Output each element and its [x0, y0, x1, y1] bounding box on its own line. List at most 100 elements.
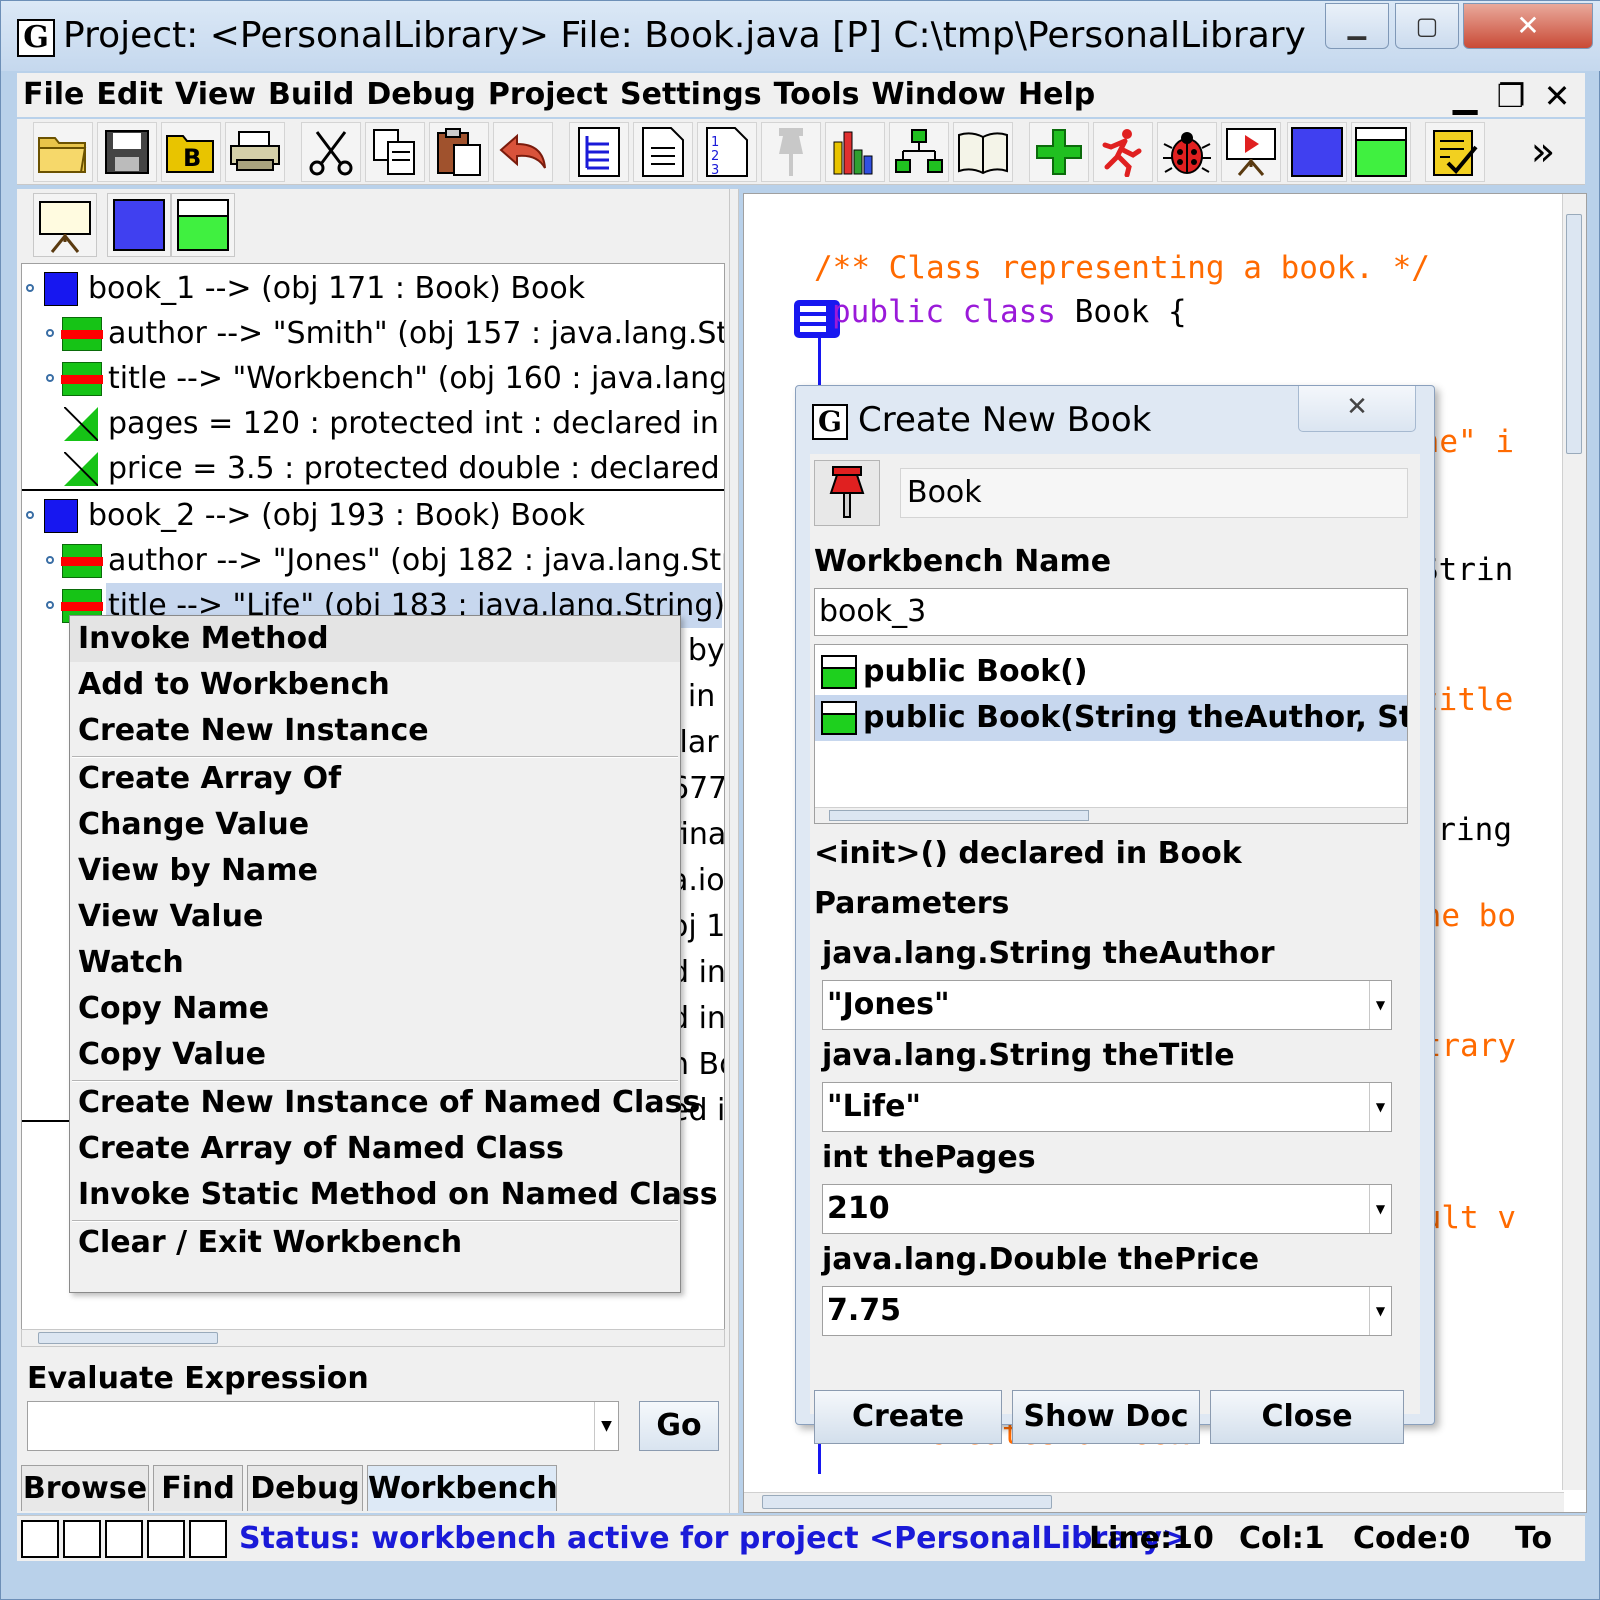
- numbered-list-button[interactable]: 123: [697, 122, 757, 182]
- tree-row-object[interactable]: book_1 --> (obj 171 : Book) Book: [22, 266, 722, 311]
- constructor-list[interactable]: public Book() public Book(String theAuth…: [814, 644, 1408, 824]
- chevron-down-icon[interactable]: ▼: [1369, 1083, 1391, 1131]
- menu-file[interactable]: File: [17, 73, 90, 117]
- add-button[interactable]: [1029, 122, 1089, 182]
- green-square-button[interactable]: [1351, 122, 1411, 182]
- editor-vertical-scrollbar[interactable]: [1562, 194, 1586, 1490]
- debug-button[interactable]: [1157, 122, 1217, 182]
- dialog-close-button[interactable]: ✕: [1298, 386, 1416, 432]
- undo-button[interactable]: [493, 122, 553, 182]
- menu-item-create-array-named-class[interactable]: Create Array of Named Class: [70, 1126, 680, 1172]
- tree-expander-icon[interactable]: [26, 511, 34, 519]
- document-close-button[interactable]: ✕: [1537, 77, 1577, 115]
- scrollbar-thumb[interactable]: [38, 1332, 218, 1344]
- print-button[interactable]: [225, 122, 285, 182]
- editor-horizontal-scrollbar[interactable]: [744, 1492, 1564, 1512]
- menu-debug[interactable]: Debug: [360, 73, 482, 117]
- menu-item-invoke-method[interactable]: Invoke Method: [70, 616, 680, 662]
- menu-item-add-to-workbench[interactable]: Add to Workbench: [70, 662, 680, 708]
- tab-browse[interactable]: Browse: [21, 1465, 149, 1511]
- chart-button[interactable]: [825, 122, 885, 182]
- menu-help[interactable]: Help: [1012, 73, 1101, 117]
- create-button[interactable]: Create: [814, 1390, 1002, 1444]
- workbench-presentation-button[interactable]: [33, 193, 97, 257]
- build-button[interactable]: B: [161, 122, 221, 182]
- paste-button[interactable]: [429, 122, 489, 182]
- panel-splitter[interactable]: [729, 189, 739, 1513]
- scrollbar-thumb[interactable]: [1566, 214, 1582, 454]
- constructor-list-scrollbar[interactable]: [815, 807, 1407, 823]
- columns-layout-icon[interactable]: [105, 1520, 143, 1558]
- menu-item-create-new-instance-named-class[interactable]: Create New Instance of Named Class: [70, 1080, 700, 1126]
- menu-window[interactable]: Window: [865, 73, 1012, 117]
- copy-button[interactable]: [365, 122, 425, 182]
- chevron-down-icon[interactable]: ▼: [1369, 1185, 1391, 1233]
- grid-layout-icon[interactable]: [63, 1520, 101, 1558]
- menu-build[interactable]: Build: [262, 73, 360, 117]
- menu-settings[interactable]: Settings: [614, 73, 768, 117]
- presentation-button[interactable]: [1221, 122, 1281, 182]
- menu-item-copy-name[interactable]: Copy Name: [70, 986, 680, 1032]
- param-input-author[interactable]: "Jones" ▼: [822, 980, 1392, 1030]
- tree-row-primitive[interactable]: price = 3.5 : protected double : declare…: [22, 446, 724, 491]
- go-button[interactable]: Go: [639, 1401, 719, 1451]
- tree-row-field[interactable]: author --> "Smith" (obj 157 : java.lang.…: [22, 311, 724, 356]
- tree-expander-icon[interactable]: [46, 556, 54, 564]
- toolbar-overflow-button[interactable]: »: [1513, 122, 1573, 182]
- chevron-down-icon[interactable]: ▼: [1369, 981, 1391, 1029]
- document-layout-icon[interactable]: [147, 1520, 185, 1558]
- param-input-price[interactable]: 7.75 ▼: [822, 1286, 1392, 1336]
- pin-button[interactable]: [761, 122, 821, 182]
- menu-item-watch[interactable]: Watch: [70, 940, 680, 986]
- document-restore-button[interactable]: ❐: [1491, 77, 1531, 115]
- tree-horizontal-scrollbar[interactable]: [21, 1329, 725, 1347]
- tree-expander-icon[interactable]: [46, 329, 54, 337]
- tree-expander-icon[interactable]: [26, 284, 34, 292]
- menu-item-create-new-instance[interactable]: Create New Instance: [70, 708, 680, 754]
- workbench-class-button[interactable]: [171, 193, 235, 257]
- menu-tools[interactable]: Tools: [768, 73, 866, 117]
- minimize-button[interactable]: ▁: [1325, 3, 1389, 49]
- menu-item-copy-value[interactable]: Copy Value: [70, 1032, 680, 1078]
- book-button[interactable]: [953, 122, 1013, 182]
- param-input-title[interactable]: "Life" ▼: [822, 1082, 1392, 1132]
- chevron-down-icon[interactable]: ▼: [594, 1402, 618, 1450]
- menu-view[interactable]: View: [169, 73, 262, 117]
- checklist-button[interactable]: [1425, 122, 1485, 182]
- tab-workbench[interactable]: Workbench: [367, 1465, 558, 1511]
- tab-debug[interactable]: Debug: [247, 1465, 363, 1511]
- hierarchy-button[interactable]: [889, 122, 949, 182]
- workbench-object-button[interactable]: [107, 193, 171, 257]
- maximize-button[interactable]: ▢: [1395, 3, 1459, 49]
- cut-button[interactable]: [301, 122, 361, 182]
- layout-icon[interactable]: [21, 1520, 59, 1558]
- menu-edit[interactable]: Edit: [90, 73, 169, 117]
- menu-item-change-value[interactable]: Change Value: [70, 802, 680, 848]
- run-button[interactable]: [1093, 122, 1153, 182]
- menu-item-invoke-static-method[interactable]: Invoke Static Method on Named Class: [70, 1172, 718, 1218]
- tree-row-field[interactable]: author --> "Jones" (obj 182 : java.lang.…: [22, 538, 724, 583]
- menu-item-view-by-name[interactable]: View by Name: [70, 848, 680, 894]
- workbench-name-input[interactable]: book_3: [814, 588, 1408, 636]
- document-button[interactable]: [633, 122, 693, 182]
- scrollbar-thumb[interactable]: [762, 1495, 1052, 1509]
- tree-row-object[interactable]: book_2 --> (obj 193 : Book) Book: [22, 493, 722, 538]
- blue-square-button[interactable]: [1287, 122, 1347, 182]
- scrollbar-thumb[interactable]: [829, 810, 1089, 821]
- menu-item-create-array-of[interactable]: Create Array Of: [70, 756, 680, 802]
- menu-item-clear-exit-workbench[interactable]: Clear / Exit Workbench: [70, 1220, 680, 1266]
- close-button[interactable]: Close: [1210, 1390, 1404, 1444]
- menu-item-view-value[interactable]: View Value: [70, 894, 680, 940]
- window-layout-icon[interactable]: [189, 1520, 227, 1558]
- document-minimize-button[interactable]: ▁: [1445, 77, 1485, 115]
- tree-expander-icon[interactable]: [46, 601, 54, 609]
- save-button[interactable]: [97, 122, 157, 182]
- constructor-item[interactable]: public Book(): [815, 649, 1407, 695]
- class-pin-button[interactable]: [814, 460, 880, 526]
- close-window-button[interactable]: ✕: [1463, 3, 1593, 49]
- outline-button[interactable]: [569, 122, 629, 182]
- open-button[interactable]: [33, 122, 93, 182]
- show-doc-button[interactable]: Show Doc: [1012, 1390, 1200, 1444]
- tab-find[interactable]: Find: [153, 1465, 243, 1511]
- tree-row-field[interactable]: title --> "Workbench" (obj 160 : java.la…: [22, 356, 724, 401]
